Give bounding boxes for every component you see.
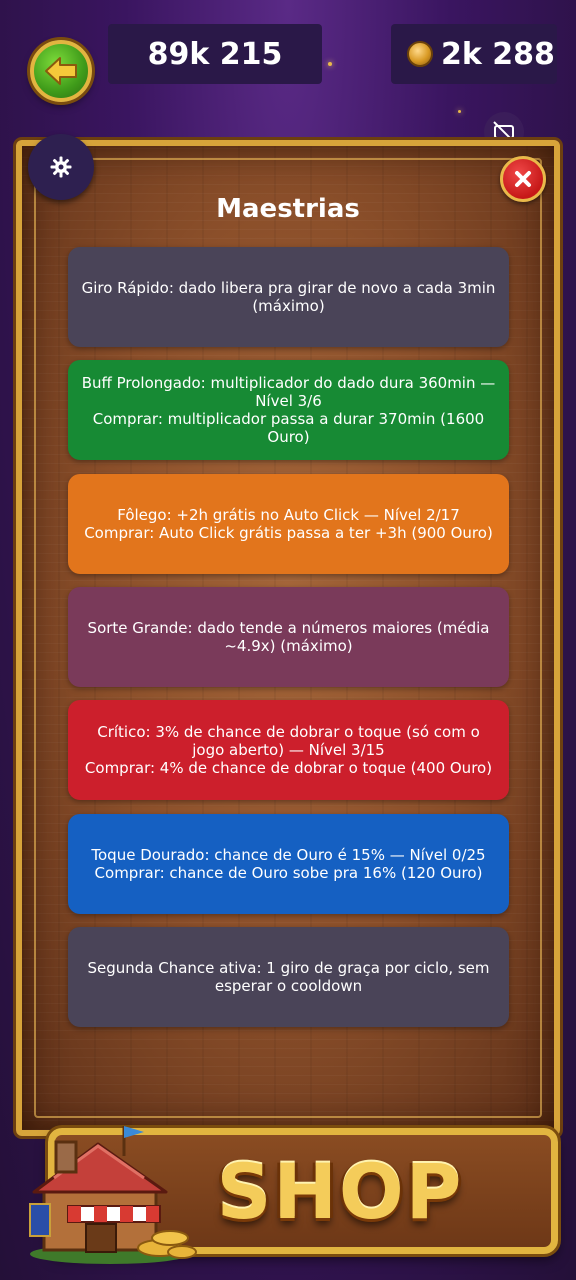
sparkle (458, 110, 461, 113)
mastery-text: Segunda Chance ativa: 1 giro de graça po… (87, 959, 490, 995)
panel-title: Maestrias (216, 194, 360, 224)
mastery-text: Buff Prolongado: multiplicador do dado d… (81, 374, 496, 410)
back-button[interactable] (30, 40, 92, 102)
points-counter: 89k 215 (108, 24, 322, 84)
gear-icon (50, 156, 72, 178)
mastery-buy-text: Comprar: chance de Ouro sobe pra 16% (12… (94, 864, 483, 882)
mastery-card-folego[interactable]: Fôlego: +2h grátis no Auto Click — Nível… (68, 474, 509, 574)
mastery-card-giro-rapido[interactable]: Giro Rápido: dado libera pra girar de no… (68, 247, 509, 347)
settings-button[interactable] (28, 134, 94, 200)
mastery-text: Toque Dourado: chance de Ouro é 15% — Ní… (91, 846, 486, 864)
gold-value: 2k 288 (441, 36, 555, 72)
coin-icon (407, 41, 433, 67)
mastery-card-critico[interactable]: Crítico: 3% de chance de dobrar o toque … (68, 700, 509, 800)
shop-house-icon[interactable] (20, 1118, 210, 1268)
mastery-text: Fôlego: +2h grátis no Auto Click — Nível… (117, 506, 460, 524)
points-value: 89k 215 (147, 36, 283, 72)
mastery-card-toque-dourado[interactable]: Toque Dourado: chance de Ouro é 15% — Ní… (68, 814, 509, 914)
close-icon (515, 171, 531, 187)
mastery-text: Sorte Grande: dado tende a números maior… (87, 619, 490, 655)
mastery-buy-text: Comprar: Auto Click grátis passa a ter +… (84, 524, 493, 542)
mastery-text: Giro Rápido: dado libera pra girar de no… (81, 279, 496, 315)
mastery-text: Crítico: 3% de chance de dobrar o toque … (97, 723, 480, 759)
arrow-left-icon (45, 57, 77, 85)
mastery-card-buff-prolongado[interactable]: Buff Prolongado: multiplicador do dado d… (68, 360, 509, 460)
mastery-card-sorte-grande[interactable]: Sorte Grande: dado tende a números maior… (68, 587, 509, 687)
sparkle (328, 62, 332, 66)
mastery-card-segunda-chance[interactable]: Segunda Chance ativa: 1 giro de graça po… (68, 927, 509, 1027)
shop-label[interactable]: SHOP (210, 1142, 470, 1242)
mastery-buy-text: Comprar: 4% de chance de dobrar o toque … (84, 759, 493, 777)
gold-counter: 2k 288 (391, 24, 557, 84)
mastery-buy-text: Comprar: multiplicador passa a durar 370… (92, 410, 485, 446)
